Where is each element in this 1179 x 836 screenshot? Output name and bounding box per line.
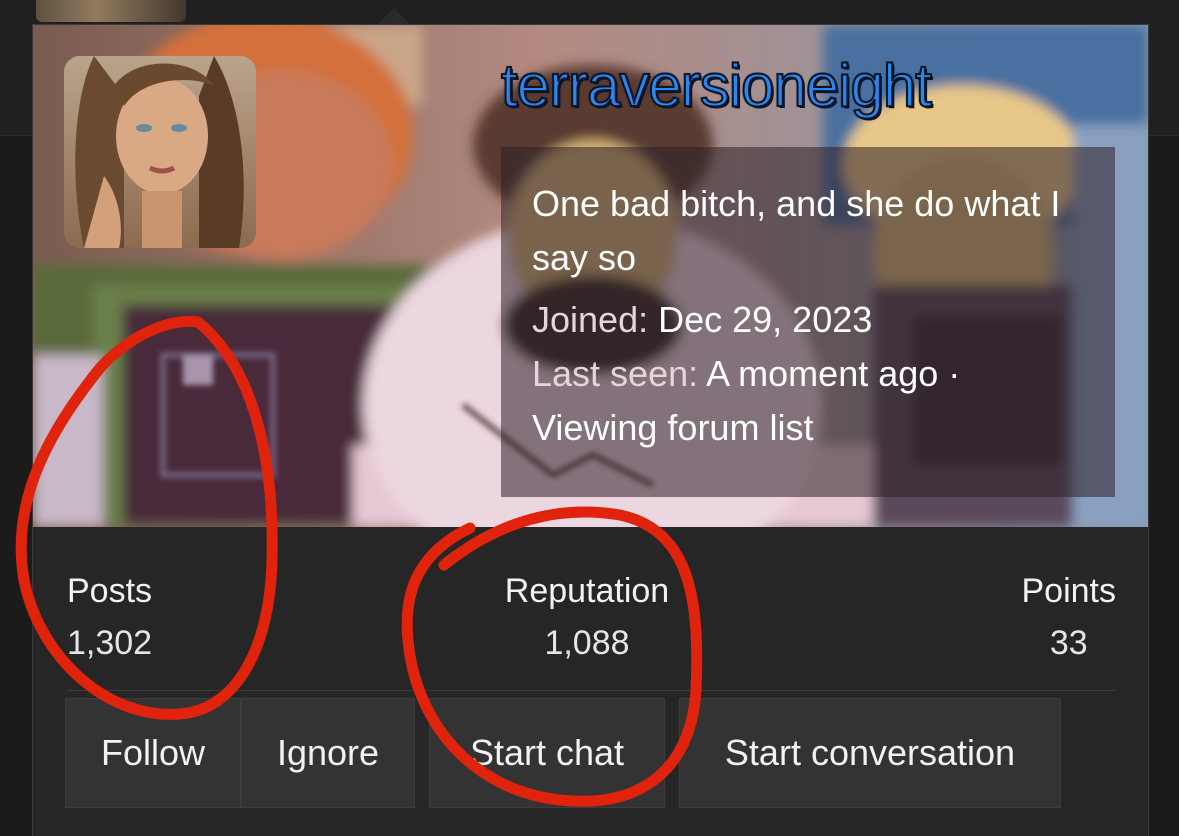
profile-banner: terraversioneight One bad bitch, and she… [33,25,1148,527]
avatar-photo [64,56,256,248]
start-conversation-button[interactable]: Start conversation [679,698,1061,808]
username[interactable]: terraversioneight [500,51,933,120]
last-seen-value: A moment ago · [706,353,961,394]
activity-line: Viewing forum list [532,407,814,448]
reputation-label: Reputation [504,572,670,610]
joined-line: Joined: Dec 29, 2023 [532,293,1115,347]
joined-label: Joined: [532,299,649,340]
screenshot-stage: terraversioneight One bad bitch, and she… [0,0,1179,836]
stat-reputation[interactable]: Reputation 1,088 [499,565,675,669]
user-tagline: One bad bitch, and she do what I say so [532,183,1061,278]
reputation-count: 1,088 [544,624,630,662]
avatar[interactable] [64,56,256,248]
start-chat-button[interactable]: Start chat [429,698,665,808]
last-seen-label: Last seen: [532,353,699,394]
posts-label: Posts [67,572,153,610]
profile-info-box: One bad bitch, and she do what I say so … [501,147,1115,497]
popup-pointer [378,8,410,24]
ignore-button[interactable]: Ignore [241,698,415,808]
background-thumbnail [36,0,186,22]
points-label: Points [1021,572,1117,610]
last-seen-line: Last seen: A moment ago · [532,347,1115,401]
posts-count: 1,302 [67,624,153,662]
stat-points[interactable]: Points 33 [1022,565,1117,669]
stat-posts[interactable]: Posts 1,302 [67,565,152,669]
stats-divider [67,690,1116,691]
points-count: 33 [1049,624,1088,662]
joined-date: Dec 29, 2023 [658,299,873,340]
follow-button[interactable]: Follow [65,698,241,808]
